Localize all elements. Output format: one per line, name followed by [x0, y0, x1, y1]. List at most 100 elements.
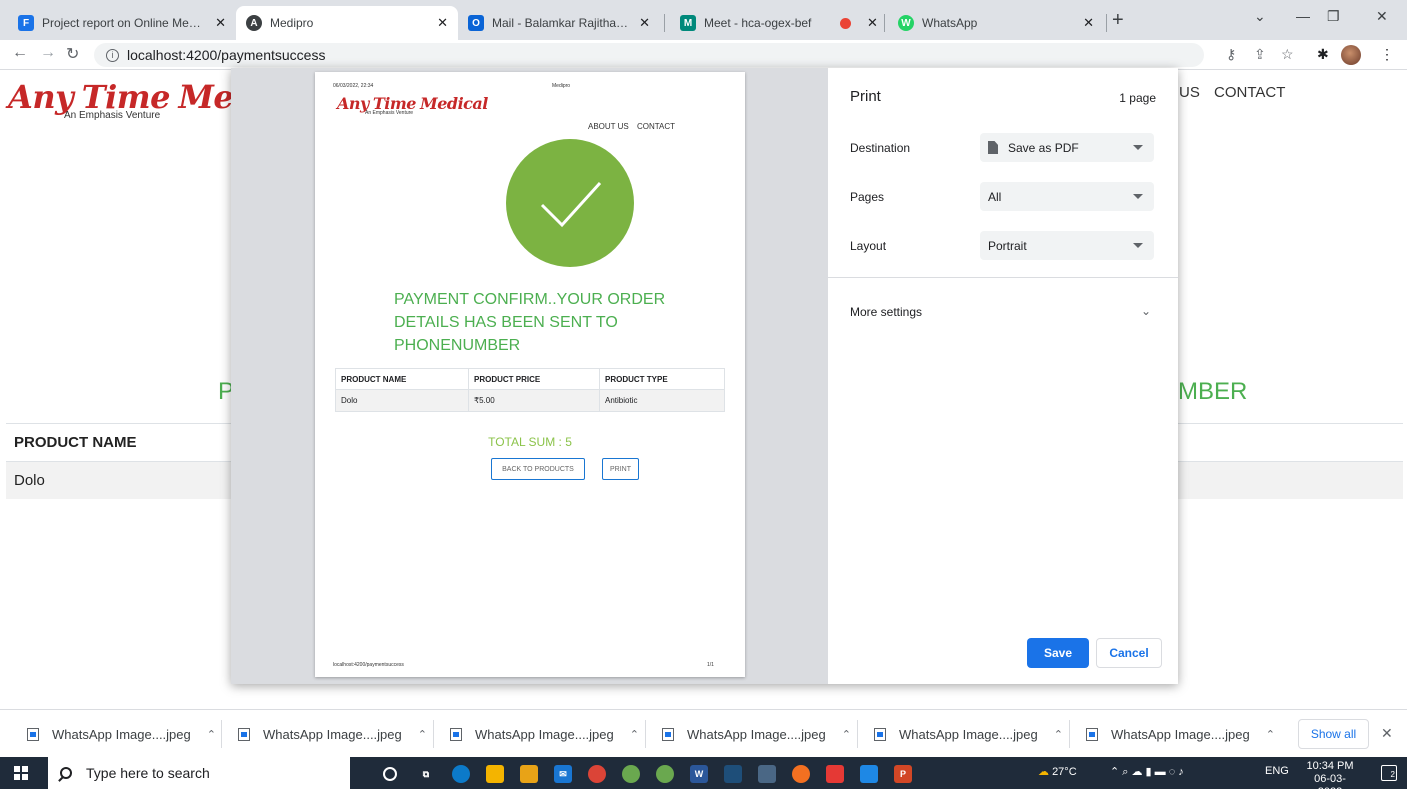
- sql-icon[interactable]: [758, 765, 776, 783]
- reload-icon[interactable]: ↻: [66, 44, 79, 64]
- weather-widget[interactable]: ☁ 27°C: [1038, 765, 1077, 778]
- task-view-icon[interactable]: ⧉: [417, 765, 435, 783]
- bookmark-star-icon[interactable]: ☆: [1281, 46, 1294, 63]
- restore-icon[interactable]: ❐: [1327, 8, 1340, 25]
- weather-icon: ☁: [1038, 766, 1049, 778]
- address-bar[interactable]: i localhost:4200/paymentsuccess: [94, 43, 1204, 67]
- share-icon[interactable]: ⇪: [1254, 46, 1266, 63]
- edge-icon[interactable]: [452, 765, 470, 783]
- close-downloads-icon[interactable]: ✕: [1381, 725, 1393, 742]
- chevron-up-icon[interactable]: ⌃: [1054, 728, 1063, 741]
- profile-avatar[interactable]: [1341, 45, 1361, 65]
- download-filename: WhatsApp Image....jpeg: [52, 726, 191, 742]
- network-icon[interactable]: [724, 765, 742, 783]
- powerpoint-icon[interactable]: P: [894, 765, 912, 783]
- preview-logo: Any Time Medical An Emphasis Venture: [337, 94, 488, 116]
- destination-select[interactable]: Save as PDF: [980, 133, 1154, 162]
- windows-start-icon[interactable]: [14, 766, 28, 780]
- mail-icon[interactable]: ✉: [554, 765, 572, 783]
- more-settings-toggle[interactable]: More settings: [850, 305, 922, 319]
- chrome-icon[interactable]: [588, 765, 606, 783]
- chevron-up-icon[interactable]: ⌃: [842, 728, 851, 741]
- layout-value: Portrait: [988, 238, 1027, 253]
- tab-search-chevron-icon[interactable]: ⌄: [1254, 8, 1266, 25]
- close-tab-icon[interactable]: ✕: [1083, 15, 1094, 31]
- key-icon[interactable]: ⚷: [1226, 46, 1236, 63]
- image-file-icon: [662, 727, 674, 741]
- print-title: Print: [850, 88, 881, 105]
- menu-kebab-icon[interactable]: ⋮: [1380, 46, 1394, 63]
- tab-title: Mail - Balamkar Rajitha - Outlook: [492, 16, 631, 30]
- chevron-up-icon[interactable]: ⌃: [1266, 728, 1275, 741]
- destination-label: Destination: [850, 141, 911, 155]
- address-url: localhost:4200/paymentsuccess: [127, 47, 326, 63]
- taskbar-search-box[interactable]: Type here to search: [48, 757, 350, 789]
- tab-favicon: W: [898, 15, 914, 31]
- table-row: Dolo ₹5.00 Antibiotic: [336, 390, 724, 411]
- cancel-button[interactable]: Cancel: [1096, 638, 1162, 668]
- cortana-icon[interactable]: [383, 767, 397, 781]
- pages-select[interactable]: All: [980, 182, 1154, 211]
- close-tab-icon[interactable]: ✕: [437, 15, 448, 31]
- tab-title: Project report on Online Medicin: [42, 16, 208, 30]
- weather-temp: 27°C: [1052, 766, 1077, 778]
- tab-outlook-mail[interactable]: O Mail - Balamkar Rajitha - Outlook ✕: [458, 6, 660, 40]
- download-item[interactable]: WhatsApp Image....jpeg ⌃: [1086, 710, 1275, 758]
- download-item[interactable]: WhatsApp Image....jpeg ⌃: [874, 710, 1063, 758]
- close-tab-icon[interactable]: ✕: [639, 15, 650, 31]
- tab-whatsapp[interactable]: W WhatsApp ✕: [888, 6, 1104, 40]
- tab-favicon: F: [18, 15, 34, 31]
- table-header-row: PRODUCT NAME PRODUCT PRICE PRODUCT TYPE: [336, 369, 724, 390]
- tab-project-report[interactable]: F Project report on Online Medicin ✕: [8, 6, 236, 40]
- back-arrow-icon[interactable]: ←: [12, 44, 28, 62]
- language-indicator[interactable]: ENG: [1265, 765, 1289, 777]
- download-separator: [857, 720, 858, 748]
- download-item[interactable]: WhatsApp Image....jpeg ⌃: [450, 710, 639, 758]
- download-item[interactable]: WhatsApp Image....jpeg ⌃: [238, 710, 427, 758]
- layout-select[interactable]: Portrait: [980, 231, 1154, 260]
- tab-medipro[interactable]: A Medipro ✕: [236, 6, 458, 40]
- clock-time: 10:34 PM: [1306, 760, 1354, 772]
- chevron-up-icon[interactable]: ⌃: [630, 728, 639, 741]
- download-separator: [645, 720, 646, 748]
- eclipse-icon[interactable]: [622, 765, 640, 783]
- notification-icon[interactable]: 2: [1381, 765, 1397, 781]
- image-file-icon: [874, 727, 886, 741]
- close-tab-icon[interactable]: ✕: [215, 15, 226, 31]
- download-item[interactable]: WhatsApp Image....jpeg ⌃: [662, 710, 851, 758]
- extensions-puzzle-icon[interactable]: ✱: [1317, 46, 1329, 63]
- taskbar-clock[interactable]: 10:34 PM 06-03-2022: [1302, 760, 1358, 789]
- anydesk-icon[interactable]: [826, 765, 844, 783]
- system-tray-icons[interactable]: ⌃ ⌕ ☁ ▮ ▬ ◌ ♪: [1110, 765, 1184, 779]
- new-tab-icon[interactable]: +: [1112, 9, 1124, 32]
- close-tab-icon[interactable]: ✕: [867, 15, 878, 31]
- site-info-icon[interactable]: i: [106, 48, 119, 62]
- nav-about-us[interactable]: US: [1179, 84, 1200, 101]
- tab-separator: [1106, 14, 1107, 32]
- tab-favicon: A: [246, 15, 262, 31]
- chevron-up-icon[interactable]: ⌃: [418, 728, 427, 741]
- cell-product-name: Dolo: [341, 396, 358, 405]
- tab-meet[interactable]: M Meet - hca-ogex-bef: [670, 6, 830, 40]
- forward-arrow-icon[interactable]: →: [40, 44, 56, 62]
- postman-icon[interactable]: [792, 765, 810, 783]
- spring-tool-icon[interactable]: [656, 765, 674, 783]
- store-icon[interactable]: [520, 765, 538, 783]
- word-icon[interactable]: W: [690, 765, 708, 783]
- preview-footer-page: 1/1: [707, 662, 714, 668]
- download-item[interactable]: WhatsApp Image....jpeg ⌃: [27, 710, 216, 758]
- file-explorer-icon[interactable]: [486, 765, 504, 783]
- minimize-icon[interactable]: —: [1296, 8, 1310, 24]
- save-button[interactable]: Save: [1027, 638, 1089, 668]
- file-icon: [988, 141, 998, 154]
- tab-recording[interactable]: ✕: [830, 6, 882, 40]
- vscode-icon[interactable]: [860, 765, 878, 783]
- show-all-downloads-button[interactable]: Show all: [1298, 719, 1369, 749]
- layout-label: Layout: [850, 239, 887, 253]
- nav-contact[interactable]: CONTACT: [1214, 84, 1285, 101]
- chevron-down-icon[interactable]: ⌄: [1141, 304, 1151, 318]
- chevron-up-icon[interactable]: ⌃: [207, 728, 216, 741]
- page-count: 1 page: [1119, 91, 1156, 105]
- close-window-icon[interactable]: ✕: [1376, 8, 1388, 25]
- preview-nav: ABOUT US CONTACT: [588, 122, 681, 131]
